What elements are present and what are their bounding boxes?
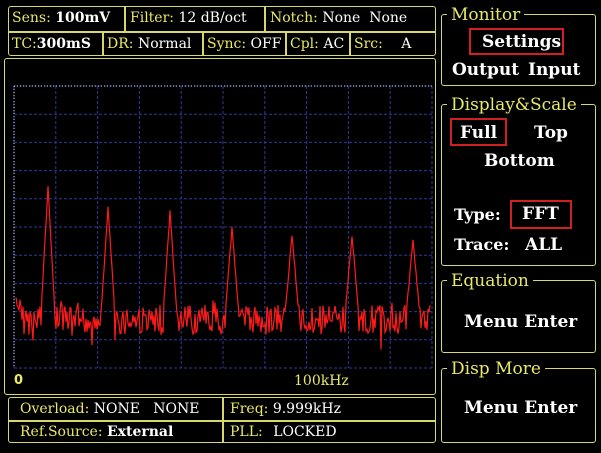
equation-title: Equation (447, 272, 533, 290)
refsource-value: External (106, 424, 174, 440)
display-scale-title: Display&Scale (447, 96, 581, 114)
src-field: Src: A (354, 35, 411, 53)
status-divider (102, 31, 104, 56)
status-divider (124, 6, 126, 31)
freq-value: 9.999kHz (272, 401, 341, 417)
trace-label: Trace: (454, 235, 510, 254)
cpl-label: Cpl: (290, 36, 319, 52)
freq-field: Freq: 9.999kHz (230, 400, 341, 418)
filter-field: Filter: 12 dB/oct (130, 9, 247, 27)
tc-label: TC: (12, 36, 37, 52)
x-axis-mid-label: 100kHz (294, 373, 349, 389)
cpl-value: AC (323, 36, 345, 52)
src-value: A (401, 36, 412, 52)
notch-value: None None (322, 10, 408, 26)
equation-menu-enter-button[interactable]: Menu Enter (464, 312, 577, 332)
monitor-output-button[interactable]: Output (452, 60, 519, 80)
disp-more-title: Disp More (447, 360, 545, 378)
trace-value-button[interactable]: ALL (525, 235, 562, 255)
display-full-button[interactable]: Full (460, 123, 497, 143)
cpl-field: Cpl: AC (290, 35, 344, 53)
tc-field: TC:300mS (12, 35, 91, 53)
src-label: Src: (354, 36, 383, 52)
fft-plot-frame: 0 100kHz (4, 58, 436, 395)
disp-more-menu-enter-button[interactable]: Menu Enter (464, 398, 577, 418)
filter-value: 12 dB/oct (178, 10, 247, 26)
monitor-settings-button[interactable]: Settings (482, 32, 561, 52)
status-divider (202, 31, 204, 56)
type-value-button[interactable]: FFT (522, 204, 559, 224)
monitor-title: Monitor (447, 6, 525, 24)
status-divider (285, 31, 287, 56)
sync-value: OFF (250, 36, 282, 52)
status-divider (349, 31, 351, 56)
sens-field: Sens: 100mV (12, 9, 110, 27)
display-top-button[interactable]: Top (534, 123, 568, 143)
overload-field: Overload: NONE NONE (20, 400, 200, 418)
overload-value: NONE NONE (93, 401, 200, 417)
notch-field: Notch: None None (270, 9, 407, 27)
fft-plot[interactable] (4, 58, 436, 395)
sens-label: Sens: (12, 10, 51, 26)
dr-field: DR: Normal (107, 35, 191, 53)
dr-value: Normal (137, 36, 192, 52)
overload-label: Overload: (20, 401, 90, 417)
refsource-field: Ref.Source: External (20, 423, 173, 441)
tc-value: 300mS (36, 36, 91, 52)
bottom-status-vdivider (222, 397, 224, 443)
sync-field: Sync: OFF (207, 35, 281, 53)
freq-label: Freq: (230, 401, 269, 417)
filter-label: Filter: (130, 10, 174, 26)
dr-label: DR: (107, 36, 134, 52)
status-bar-divider (8, 31, 436, 33)
monitor-input-button[interactable]: Input (528, 60, 580, 80)
status-divider (264, 6, 266, 31)
pll-label: PLL: (230, 424, 263, 440)
pll-field: PLL: LOCKED (230, 423, 337, 441)
sync-label: Sync: (207, 36, 247, 52)
type-label: Type: (454, 205, 501, 224)
refsource-label: Ref.Source: (20, 424, 103, 440)
pll-value: LOCKED (273, 424, 337, 440)
x-axis-start-label: 0 (14, 373, 24, 388)
sens-value: 100mV (55, 10, 111, 26)
notch-label: Notch: (270, 10, 318, 26)
display-bottom-button[interactable]: Bottom (484, 151, 555, 171)
